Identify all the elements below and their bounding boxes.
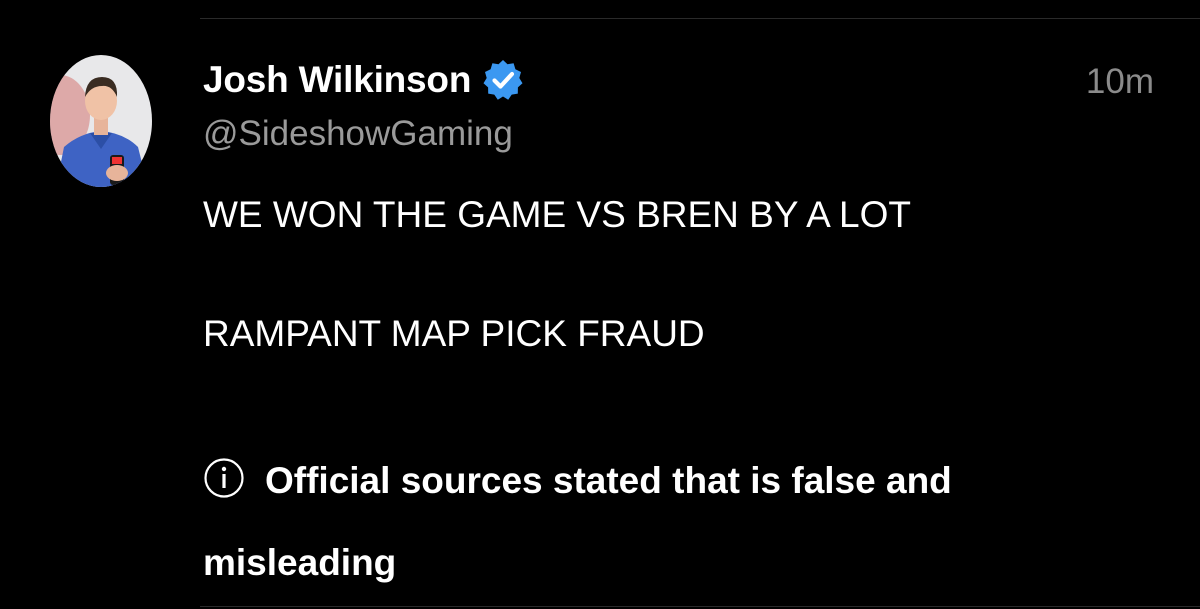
tweet-text-line: WE WON THE GAME VS BREN BY A LOT (203, 194, 911, 235)
author-row: Josh Wilkinson (203, 58, 525, 102)
user-handle[interactable]: @SideshowGaming (203, 114, 513, 154)
avatar[interactable] (50, 55, 152, 187)
avatar-photo-icon (50, 55, 152, 187)
info-icon (203, 446, 245, 498)
notice-text: Official sources stated that is false an… (203, 460, 952, 583)
bottom-divider (200, 606, 1200, 607)
verified-badge-icon (481, 58, 525, 102)
misinformation-notice[interactable]: Official sources stated that is false an… (203, 440, 1103, 604)
tweet-text-line: RAMPANT MAP PICK FRAUD (203, 313, 705, 354)
timestamp[interactable]: 10m (1086, 62, 1154, 102)
top-divider (200, 18, 1200, 19)
display-name[interactable]: Josh Wilkinson (203, 59, 471, 101)
